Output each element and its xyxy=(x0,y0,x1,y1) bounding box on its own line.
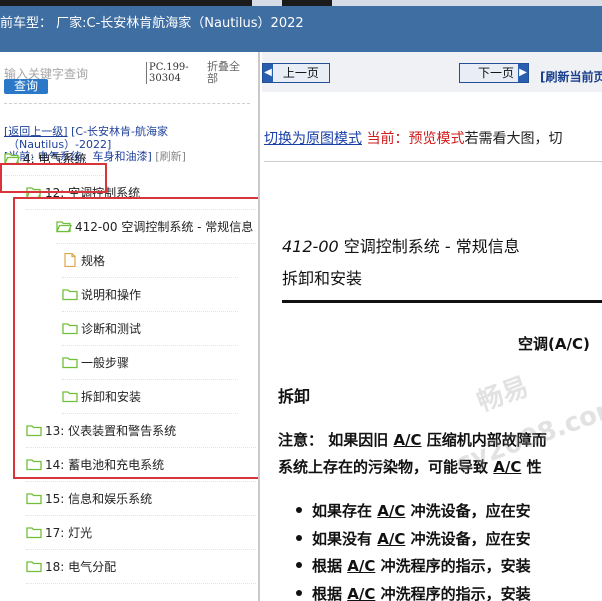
folder-icon xyxy=(26,559,42,573)
tree-item-label: 18: 电气分配 xyxy=(45,559,117,574)
divider xyxy=(4,103,250,104)
highlight-box xyxy=(13,197,258,479)
refresh-link[interactable]: [刷新] xyxy=(155,150,186,163)
bullet-item: 根据 A/C 冲洗程序的指示，安装 xyxy=(296,583,531,601)
left-arrow-icon: ◀ xyxy=(263,64,273,82)
folder-icon xyxy=(26,525,42,539)
section-heading: 空调(A/C) xyxy=(518,335,590,353)
hint-text: 若需看大图，切 xyxy=(464,131,563,147)
tree-item[interactable]: 17: 灯光 xyxy=(26,515,256,550)
folder-icon xyxy=(26,491,42,505)
divider xyxy=(264,161,602,162)
highlight-box xyxy=(0,163,107,193)
bullet-item: 根据 A/C 冲洗程序的指示，安装 xyxy=(296,557,531,575)
tree-item-label: 15: 信息和娱乐系统 xyxy=(45,491,153,506)
switch-mode-link[interactable]: 切换为原图模式 xyxy=(264,131,362,147)
mode-switch: 切换为原图模式 当前：预览模式若需看大图，切 xyxy=(264,128,562,148)
browser-tab-strip xyxy=(0,0,602,6)
current-mode: 当前：预览模式 xyxy=(366,131,465,147)
tree-item[interactable]: 18: 电气分配 xyxy=(26,549,256,584)
divider xyxy=(282,300,602,303)
search-button[interactable]: 查询 xyxy=(4,79,48,94)
refresh-page-link[interactable]: [刷新当前页 xyxy=(540,68,602,85)
doc-title: 412-00 空调控制系统 - 常规信息 xyxy=(282,237,520,256)
tree-item[interactable]: 15: 信息和娱乐系统 xyxy=(26,481,256,516)
page-navbar: ◀ 上一页 下一页 ▶ [刷新当前页 xyxy=(262,52,602,92)
vehicle-title: 前车型： 厂家:C-长安林肯航海家（Nautilus）2022 xyxy=(0,16,304,31)
bullet-item: 如果没有 A/C 冲洗设备，应在安 xyxy=(296,530,531,548)
right-arrow-icon: ▶ xyxy=(518,64,528,82)
app-header: 前车型： 厂家:C-长安林肯航海家（Nautilus）2022 xyxy=(0,0,602,52)
removal-heading: 拆卸 xyxy=(278,387,311,406)
prev-page-button[interactable]: ◀ 上一页 xyxy=(262,63,330,83)
next-page-button[interactable]: 下一页 ▶ xyxy=(459,63,529,83)
watermark: 畅易 xyxy=(473,371,533,418)
doc-subtitle: 拆卸和安装 xyxy=(282,269,363,288)
collapse-all-button[interactable]: 折叠全 部 xyxy=(207,61,240,85)
bullet-item: 如果存在 A/C 冲洗设备，应在安 xyxy=(296,502,531,520)
document-panel: ◀ 上一页 下一页 ▶ [刷新当前页 切换为原图模式 当前：预览模式若需看大图，切… xyxy=(262,52,602,601)
pc-code: PC.199- 30304 xyxy=(146,62,189,84)
tree-item-label: 17: 灯光 xyxy=(45,525,93,540)
sidebar: 输入关键字查询 查询 PC.199- 30304 折叠全 部 [返回上一级] [… xyxy=(0,52,260,601)
